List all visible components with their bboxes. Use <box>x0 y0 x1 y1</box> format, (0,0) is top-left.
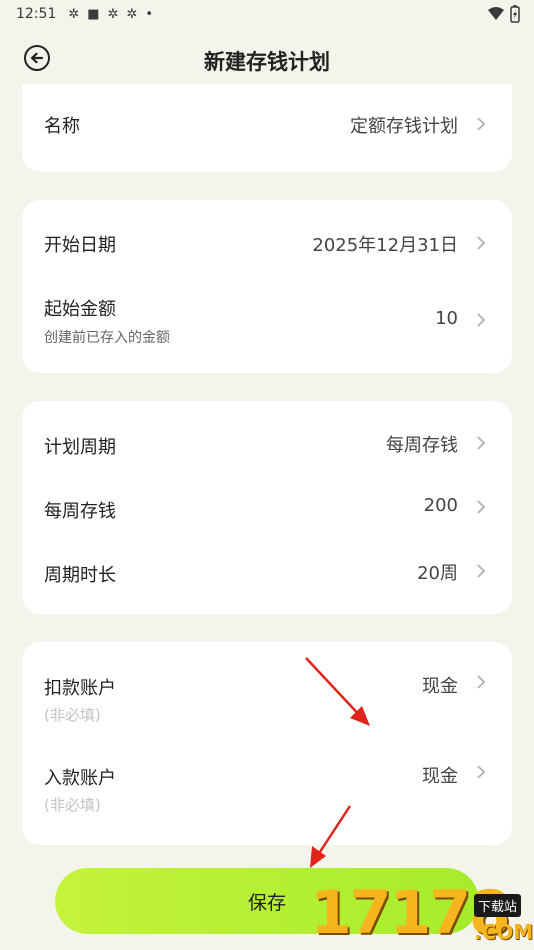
start-date-value: 2025年12月31日 <box>312 235 458 256</box>
page-title: 新建存钱计划 <box>204 50 330 74</box>
debit-account-value: 现金 <box>422 676 458 697</box>
start-amount-label: 起始金额 <box>44 299 116 320</box>
chevron-right-icon <box>477 765 486 779</box>
duration-label: 周期时长 <box>44 565 116 586</box>
credit-account-label: 入款账户 <box>44 768 116 789</box>
annotation-arrow-icon <box>310 805 352 868</box>
save-button-label: 保存 <box>247 891 286 914</box>
debit-account-hint: (非必填) <box>44 706 101 724</box>
app-notification-icon: ✲ <box>126 6 138 22</box>
app-notification-icon: ■ <box>87 6 100 22</box>
chevron-right-icon <box>477 236 486 250</box>
weekly-saving-value: 200 <box>423 495 458 516</box>
cycle-card: 计划周期 每周存钱 每周存钱 200 周期时长 20周 <box>22 401 512 614</box>
credit-account-value: 现金 <box>422 766 458 787</box>
date-card: 开始日期 2025年12月31日 起始金额 创建前已存入的金额 10 <box>22 200 512 373</box>
watermark-domain: .COM <box>474 920 534 944</box>
header: 新建存钱计划 <box>0 34 534 84</box>
start-date-label: 开始日期 <box>44 235 116 256</box>
start-amount-sub: 创建前已存入的金额 <box>44 330 170 346</box>
name-label: 名称 <box>44 116 80 137</box>
chevron-right-icon <box>477 313 486 327</box>
account-card: 扣款账户 (非必填) 现金 入款账户 (非必填) 现金 <box>22 642 512 845</box>
watermark-badge: 下载站 <box>474 894 522 917</box>
dot-icon: • <box>145 6 154 22</box>
app-notification-icon: ✲ <box>68 6 80 22</box>
name-card: 名称 定额存钱计划 <box>22 84 512 172</box>
weekly-saving-row[interactable]: 每周存钱 200 <box>22 485 512 549</box>
plan-cycle-row[interactable]: 计划周期 每周存钱 <box>22 401 512 485</box>
start-date-row[interactable]: 开始日期 2025年12月31日 <box>22 200 512 286</box>
weekly-saving-label: 每周存钱 <box>44 501 116 522</box>
watermark-logo: 17178 下载站 .COM <box>310 880 534 950</box>
start-amount-value: 10 <box>435 308 458 329</box>
battery-charging-icon <box>510 5 520 23</box>
duration-row[interactable]: 周期时长 20周 <box>22 549 512 614</box>
plan-cycle-label: 计划周期 <box>44 437 116 458</box>
chevron-right-icon <box>477 675 486 689</box>
name-row[interactable]: 名称 定额存钱计划 <box>22 84 512 172</box>
start-amount-row[interactable]: 起始金额 创建前已存入的金额 10 <box>22 286 512 373</box>
app-notification-icon: ✲ <box>107 6 119 22</box>
debit-account-row[interactable]: 扣款账户 (非必填) 现金 <box>22 642 512 742</box>
debit-account-label: 扣款账户 <box>44 678 116 699</box>
chevron-right-icon <box>477 436 486 450</box>
chevron-right-icon <box>477 117 486 131</box>
credit-account-hint: (非必填) <box>44 796 101 814</box>
credit-account-row[interactable]: 入款账户 (非必填) 现金 <box>22 742 512 845</box>
status-time: 12:51 <box>16 6 57 22</box>
duration-value: 20周 <box>417 563 458 584</box>
chevron-right-icon <box>477 500 486 514</box>
status-bar: 12:51 ✲ ■ ✲ ✲ • <box>0 0 534 28</box>
name-value: 定额存钱计划 <box>350 116 458 137</box>
chevron-right-icon <box>477 564 486 578</box>
wifi-icon <box>488 7 504 20</box>
annotation-arrow-icon <box>305 657 370 726</box>
plan-cycle-value: 每周存钱 <box>386 435 458 456</box>
